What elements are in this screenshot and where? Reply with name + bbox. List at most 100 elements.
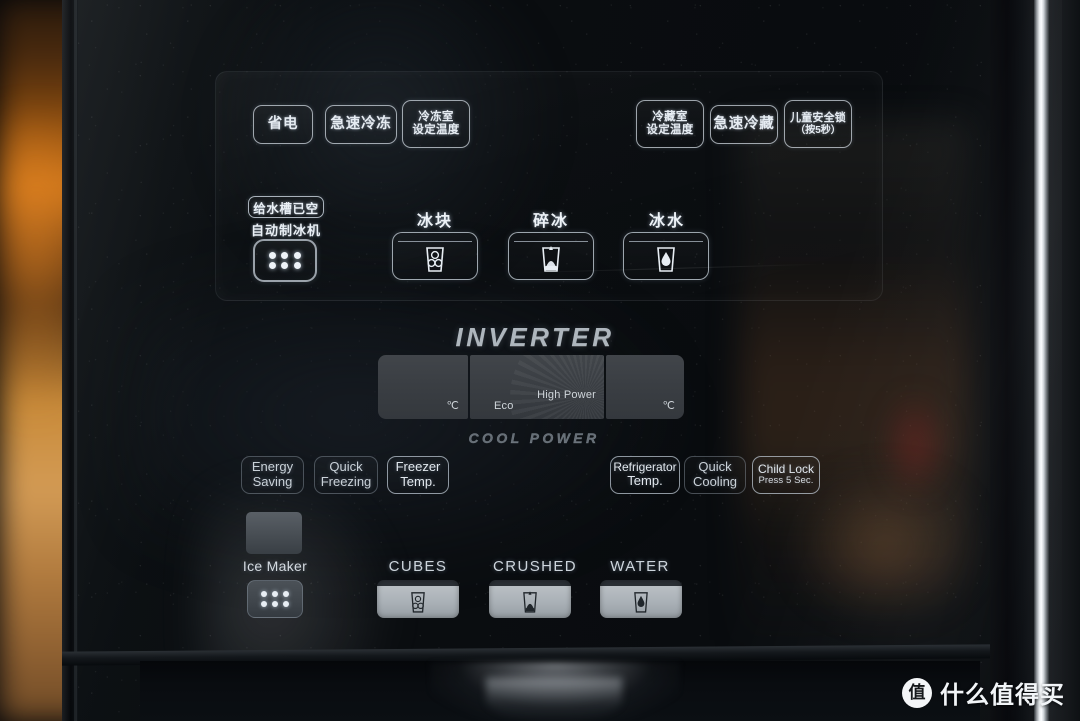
cn-water-tank-empty-label: 给水槽已空 [253,201,319,216]
en-quick-freezing-line2: Freezing [320,474,372,489]
cn-child-lock-line2: （按5秒） [795,124,841,136]
en-ice-maker-label-wrap: Ice Maker [236,558,314,574]
cn-button-quick-cooling[interactable]: 急速冷藏 [710,105,778,144]
en-quick-cooling-line1: Quick [698,459,732,475]
cabinet-side-panel [1050,0,1080,721]
en-ice-maker-label: Ice Maker [242,558,308,574]
watermark: 值 什么值得买 [902,675,1065,710]
display-refrigerator-temp: ℃ [606,355,684,419]
en-cubes-label: CUBES [388,558,448,575]
fan-arc-graphic [510,355,604,419]
en-freezer-temp-line2: Temp. [400,474,436,489]
inverter-wordmark: INVERTER [455,322,615,352]
cn-water-label: 冰水 [648,213,685,230]
en-button-child-lock[interactable]: Child Lock Press 5 Sec. [752,456,820,494]
cn-refrigerator-temp-line1: 冷藏室 [652,111,688,124]
cn-button-quick-freezing[interactable]: 急速冷冻 [325,105,397,144]
cn-water-tank-empty-indicator: 给水槽已空 [248,196,324,218]
en-cubes-label-wrap: CUBES [378,558,458,575]
cn-button-cubes[interactable] [392,232,478,280]
dot-6 [294,262,302,270]
glass-ice-cubes-icon [426,247,444,272]
cn-cubes-label-wrap: 冰块 [396,207,474,231]
cn-button-freezer-temp[interactable]: 冷冻室 设定温度 [402,100,470,148]
door-left-seam [74,0,77,721]
cn-freezer-temp-line1: 冷冻室 [418,111,454,124]
display-eco-label: Eco [494,400,514,412]
en-button-refrigerator-temp[interactable]: Refrigerator Temp. [610,456,680,494]
cn-quick-freezing-label: 急速冷冻 [330,116,392,133]
cn-child-lock-line1: 儿童安全锁 [790,112,846,125]
reflection-table [790,470,980,620]
dot-2 [271,591,278,597]
en-button-freezer-temp[interactable]: Freezer Temp. [387,456,449,494]
dot-1 [260,591,267,597]
chrome-trim-strip [1034,0,1050,721]
en-refrigerator-temp-line2: Temp. [627,473,663,489]
key-top-bar [629,241,703,243]
cn-button-child-lock[interactable]: 儿童安全锁 （按5秒） [784,100,852,148]
dot-5 [271,601,278,607]
en-child-lock-sublabel: Press 5 Sec. [758,475,814,487]
display-freezer-unit: ℃ [446,400,459,412]
cn-water-label-wrap: 冰水 [628,207,706,231]
smzdm-logo-icon: 值 [902,677,932,708]
cn-quick-cooling-label: 急速冷藏 [713,116,775,133]
glass-water-drop-icon [634,592,648,613]
dot-3 [283,591,290,597]
dot-6 [283,601,290,607]
cn-freezer-temp-line2: 设定温度 [412,124,460,136]
glass-water-drop-icon [657,247,675,272]
en-water-label-wrap: WATER [600,558,680,575]
en-water-label: WATER [610,558,670,575]
display-freezer-temp: ℃ [378,355,468,419]
display-power-mode: Eco High Power [470,355,604,419]
en-button-water[interactable] [600,580,682,618]
en-ice-maker-button[interactable] [247,580,303,618]
en-button-quick-cooling[interactable]: Quick Cooling [684,456,746,494]
cn-auto-ice-maker-label-wrap: 自动制冰机 [240,220,332,239]
watermark-text: 什么值得买 [940,682,1065,709]
cn-button-water[interactable] [623,232,709,280]
dot-1 [268,251,276,259]
dot-3 [294,251,302,259]
cn-button-refrigerator-temp[interactable]: 冷藏室 设定温度 [636,100,704,148]
en-energy-saving-line2: Saving [252,474,293,489]
glass-ice-cubes-icon [411,592,425,613]
display-high-power-label: High Power [537,389,596,401]
cn-crushed-label-wrap: 碎冰 [512,207,590,231]
en-quick-cooling-line2: Cooling [692,474,738,489]
cn-crushed-label: 碎冰 [532,213,569,230]
cool-power-wordmark: COOL POWER [468,430,600,446]
en-crushed-label: CRUSHED [493,558,577,575]
en-ice-maker-indicator-plate [246,512,302,554]
glass-crushed-ice-icon [523,591,537,613]
en-energy-saving-line1: Energy [251,459,294,475]
cn-button-crushed[interactable] [508,232,594,280]
cn-energy-saving-label: 省电 [267,116,299,133]
inverter-wordmark-wrap: INVERTER [380,322,690,353]
dot-4 [260,601,267,607]
dot-4 [268,262,276,270]
dispenser-nozzle [486,678,622,721]
cool-power-wordmark-wrap: COOL POWER [400,430,668,446]
door-right-edge [990,0,1036,721]
key-top-bar [514,241,588,243]
cn-button-energy-saving[interactable]: 省电 [253,105,313,144]
cn-cubes-label: 冰块 [416,213,453,230]
en-freezer-temp-line1: Freezer [395,459,441,475]
en-button-energy-saving[interactable]: Energy Saving [241,456,304,494]
en-quick-freezing-line1: Quick [329,459,363,475]
dot-2 [281,251,289,259]
refrigerator-control-panel-photo: 省电 急速冷冻 冷冻室 设定温度 冷藏室 设定温度 急速冷藏 儿童安全锁 （按5… [0,0,1080,721]
glass-crushed-ice-icon [542,246,560,272]
en-button-cubes[interactable] [377,580,459,618]
cn-refrigerator-temp-line2: 设定温度 [646,124,694,136]
cn-auto-ice-maker-label: 自动制冰机 [250,223,321,238]
cn-ice-maker-button[interactable] [253,239,317,282]
dot-5 [281,262,289,270]
display-refrigerator-unit: ℃ [662,400,675,412]
key-top-bar [398,241,472,243]
en-button-crushed[interactable] [489,580,571,618]
en-button-quick-freezing[interactable]: Quick Freezing [314,456,378,494]
